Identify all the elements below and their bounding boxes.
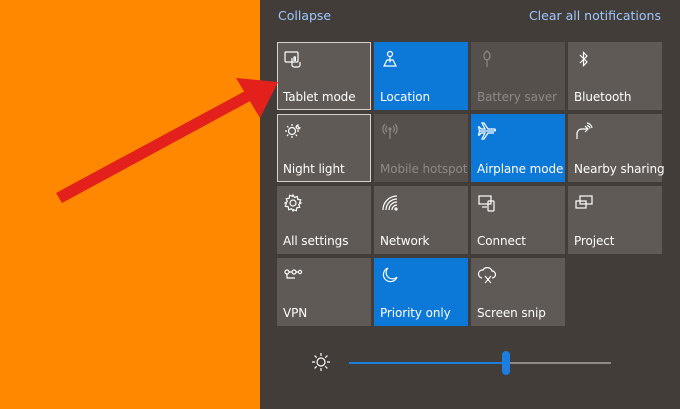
tile-location[interactable]: Location [374, 42, 468, 110]
screen-snip-icon [477, 265, 497, 285]
airplane-icon [477, 121, 497, 141]
tile-label: Nearby sharing [574, 162, 665, 176]
tile-night-light[interactable]: Night light [277, 114, 371, 182]
gear-icon [283, 193, 303, 213]
action-center-panel: Collapse Clear all notifications Tablet … [260, 0, 680, 409]
tile-label: Location [380, 90, 430, 104]
clear-all-notifications-link[interactable]: Clear all notifications [529, 8, 661, 23]
brightness-slider-thumb[interactable] [502, 351, 511, 375]
tile-label: Mobile hotspot [380, 162, 468, 176]
tile-screen-snip[interactable]: Screen snip [471, 258, 565, 326]
network-icon [380, 193, 400, 213]
night-light-icon [283, 121, 303, 141]
tile-network[interactable]: Network [374, 186, 468, 254]
tile-label: Airplane mode [477, 162, 564, 176]
tile-label: Project [574, 234, 615, 248]
tile-battery-saver[interactable]: Battery saver [471, 42, 565, 110]
tile-label: VPN [283, 306, 308, 320]
tile-bluetooth[interactable]: Bluetooth [568, 42, 662, 110]
battery-saver-icon [477, 49, 497, 69]
tile-airplane-mode[interactable]: Airplane mode [471, 114, 565, 182]
connect-icon [477, 193, 497, 213]
moon-icon [380, 265, 400, 285]
tile-label: Network [380, 234, 430, 248]
tile-tablet-mode[interactable]: Tablet mode [277, 42, 371, 110]
tile-label: Bluetooth [574, 90, 632, 104]
nearby-sharing-icon [574, 121, 594, 141]
sun-icon [310, 351, 332, 373]
project-icon [574, 193, 594, 213]
tile-label: Tablet mode [283, 90, 356, 104]
mobile-hotspot-icon [380, 121, 400, 141]
orange-background [0, 0, 260, 409]
tile-label: Night light [283, 162, 345, 176]
action-center-header: Collapse Clear all notifications [260, 0, 680, 34]
collapse-link[interactable]: Collapse [278, 8, 331, 23]
tile-mobile-hotspot[interactable]: Mobile hotspot [374, 114, 468, 182]
tile-project[interactable]: Project [568, 186, 662, 254]
bluetooth-icon [574, 49, 594, 69]
brightness-slider[interactable] [349, 351, 611, 375]
brightness-slider-fill [349, 362, 507, 364]
tile-connect[interactable]: Connect [471, 186, 565, 254]
tile-label: Priority only [380, 306, 451, 320]
tile-label: Screen snip [477, 306, 546, 320]
tile-label: All settings [283, 234, 349, 248]
tile-priority-only[interactable]: Priority only [374, 258, 468, 326]
tile-label: Connect [477, 234, 526, 248]
vpn-icon [283, 265, 303, 285]
tile-label: Battery saver [477, 90, 557, 104]
tile-all-settings[interactable]: All settings [277, 186, 371, 254]
tile-vpn[interactable]: VPN [277, 258, 371, 326]
tablet-mode-icon [283, 49, 303, 69]
location-icon [380, 49, 400, 69]
brightness-control [260, 340, 680, 384]
tile-nearby-sharing[interactable]: Nearby sharing [568, 114, 665, 182]
